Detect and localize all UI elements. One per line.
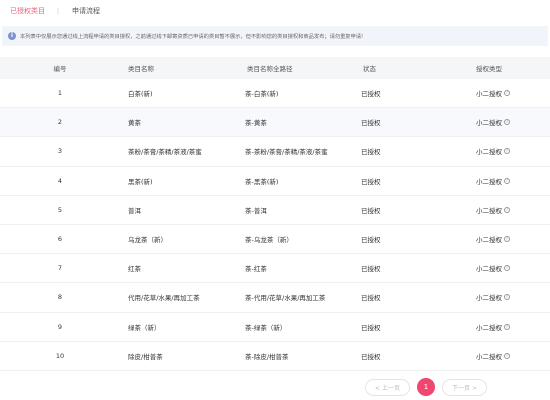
question-circle-icon[interactable]: ? <box>504 294 510 301</box>
question-circle-icon[interactable]: ? <box>504 265 510 272</box>
row-auth-type: 小二授权? <box>473 176 550 186</box>
row-category-name: 代用/花草/水果/再加工茶 <box>128 294 200 303</box>
row-status: 已授权 <box>361 294 381 303</box>
header-auth-type: 授权类型 <box>476 65 502 73</box>
table-header: 编号 类目名称 类目名称全路径 状态 授权类型 <box>0 57 550 79</box>
row-category-path: 茶-白茶(新) <box>245 90 279 99</box>
auth-type-label: 小二授权 <box>476 119 502 128</box>
row-auth-type: 小二授权? <box>473 234 550 244</box>
row-category-name: 除皮/柑普茶 <box>128 352 163 361</box>
row-status: 已授权 <box>361 323 381 332</box>
row-category-name: 绿茶（新） <box>128 323 161 332</box>
auth-type-label: 小二授权 <box>476 177 502 186</box>
table-row: 2 黄茶 茶-黄茶 已授权 小二授权? <box>0 108 550 138</box>
row-auth-type: 小二授权? <box>473 146 550 156</box>
question-circle-icon[interactable]: ? <box>504 352 510 359</box>
row-category-name: 黑茶(新) <box>128 177 153 186</box>
tab-authorized-categories[interactable]: 已授权类目 <box>10 7 45 16</box>
row-category-path: 茶-黄茶 <box>245 119 267 128</box>
row-auth-type: 小二授权? <box>473 88 550 98</box>
row-auth-type: 小二授权? <box>473 292 550 302</box>
info-icon: i <box>8 32 16 40</box>
question-circle-icon[interactable]: ? <box>504 206 510 213</box>
category-table: 编号 类目名称 类目名称全路径 状态 授权类型 1 白茶(新) 茶-白茶(新) … <box>0 57 550 371</box>
table-row: 3 茶粉/茶膏/茶精/茶液/茶蜜 茶-茶粉/茶膏/茶精/茶液/茶蜜 已授权 小二… <box>0 137 550 167</box>
header-category-path: 类目名称全路径 <box>247 65 293 73</box>
pagination: < 上一页 1 下一页 > <box>365 378 487 396</box>
row-auth-type: 小二授权? <box>473 263 550 273</box>
row-status: 已授权 <box>361 119 381 128</box>
row-category-name: 乌龙茶（新） <box>128 236 167 245</box>
tab-separator: | <box>57 8 60 15</box>
table-row: 5 普洱 茶-普洱 已授权 小二授权? <box>0 196 550 225</box>
row-auth-type: 小二授权? <box>473 322 550 332</box>
table-row: 9 绿茶（新） 茶-绿茶（新） 已授权 小二授权? <box>0 313 550 342</box>
row-auth-type: 小二授权? <box>473 351 550 361</box>
row-number: 1 <box>57 89 63 98</box>
row-number: 10 <box>55 351 65 360</box>
row-status: 已授权 <box>361 177 381 186</box>
auth-type-label: 小二授权 <box>476 90 502 99</box>
prev-page-button[interactable]: < 上一页 <box>365 378 410 396</box>
table-row: 6 乌龙茶（新） 茶-乌龙茶（新） 已授权 小二授权? <box>0 225 550 255</box>
question-circle-icon[interactable]: ? <box>504 119 510 126</box>
question-circle-icon[interactable]: ? <box>504 148 510 155</box>
table-row: 4 黑茶(新) 茶-黑茶(新) 已授权 小二授权? <box>0 167 550 196</box>
row-status: 已授权 <box>361 206 381 215</box>
row-number: 5 <box>57 205 63 214</box>
notice-banner: i 本列表中仅展示您通过线上流程申请的类目授权，之前通过线下邮寄资质已申请的类目… <box>2 26 548 46</box>
table-row: 7 红茶 茶-红茶 已授权 小二授权? <box>0 254 550 284</box>
row-category-name: 红茶 <box>128 265 141 274</box>
auth-type-label: 小二授权 <box>476 294 502 303</box>
next-page-button[interactable]: 下一页 > <box>442 378 487 396</box>
table-row: 10 除皮/柑普茶 茶-除皮/柑普茶 已授权 小二授权? <box>0 342 550 371</box>
row-category-path: 茶-绿茶（新） <box>245 323 287 332</box>
row-category-name: 茶粉/茶膏/茶精/茶液/茶蜜 <box>128 148 202 157</box>
question-circle-icon[interactable]: ? <box>504 90 510 97</box>
auth-type-label: 小二授权 <box>476 323 502 332</box>
row-number: 2 <box>57 118 63 127</box>
row-number: 9 <box>57 322 63 331</box>
question-circle-icon[interactable]: ? <box>504 323 510 330</box>
page-number-current[interactable]: 1 <box>417 378 435 396</box>
row-category-name: 白茶(新) <box>128 90 153 99</box>
row-category-path: 茶-黑茶(新) <box>245 177 279 186</box>
header-category-name: 类目名称 <box>128 65 154 73</box>
row-status: 已授权 <box>361 90 381 99</box>
row-category-path: 茶-乌龙茶（新） <box>245 236 293 245</box>
auth-type-label: 小二授权 <box>476 236 502 245</box>
row-category-name: 黄茶 <box>128 119 141 128</box>
row-number: 4 <box>57 176 63 185</box>
row-status: 已授权 <box>361 236 381 245</box>
row-category-path: 茶-红茶 <box>245 265 267 274</box>
auth-type-label: 小二授权 <box>476 352 502 361</box>
header-number: 编号 <box>53 65 67 73</box>
row-number: 6 <box>57 235 63 244</box>
question-circle-icon[interactable]: ? <box>504 236 510 243</box>
row-category-path: 茶-除皮/柑普茶 <box>245 352 289 361</box>
row-status: 已授权 <box>361 148 381 157</box>
row-number: 3 <box>57 147 63 156</box>
tab-application-process[interactable]: 申请流程 <box>72 7 100 16</box>
notice-text: 本列表中仅展示您通过线上流程申请的类目授权，之前通过线下邮寄资质已申请的类目暂不… <box>20 34 364 40</box>
row-status: 已授权 <box>361 352 381 361</box>
row-auth-type: 小二授权? <box>473 205 550 215</box>
row-category-path: 茶-代用/花草/水果/再加工茶 <box>245 294 326 303</box>
authorized-categories-page: 已授权类目 | 申请流程 i 本列表中仅展示您通过线上流程申请的类目授权，之前通… <box>0 0 550 400</box>
table-row: 1 白茶(新) 茶-白茶(新) 已授权 小二授权? <box>0 79 550 109</box>
header-status: 状态 <box>363 65 376 73</box>
auth-type-label: 小二授权 <box>476 148 502 157</box>
question-circle-icon[interactable]: ? <box>504 177 510 184</box>
row-category-path: 茶-普洱 <box>245 206 267 215</box>
auth-type-label: 小二授权 <box>476 206 502 215</box>
row-status: 已授权 <box>361 265 381 274</box>
row-category-name: 普洱 <box>128 206 141 215</box>
row-category-path: 茶-茶粉/茶膏/茶精/茶液/茶蜜 <box>245 148 328 157</box>
row-number: 7 <box>57 264 63 273</box>
row-number: 8 <box>57 293 63 302</box>
table-row: 8 代用/花草/水果/再加工茶 茶-代用/花草/水果/再加工茶 已授权 小二授权… <box>0 283 550 313</box>
tab-bar: 已授权类目 | 申请流程 <box>0 0 550 22</box>
auth-type-label: 小二授权 <box>476 265 502 274</box>
row-auth-type: 小二授权? <box>473 117 550 127</box>
